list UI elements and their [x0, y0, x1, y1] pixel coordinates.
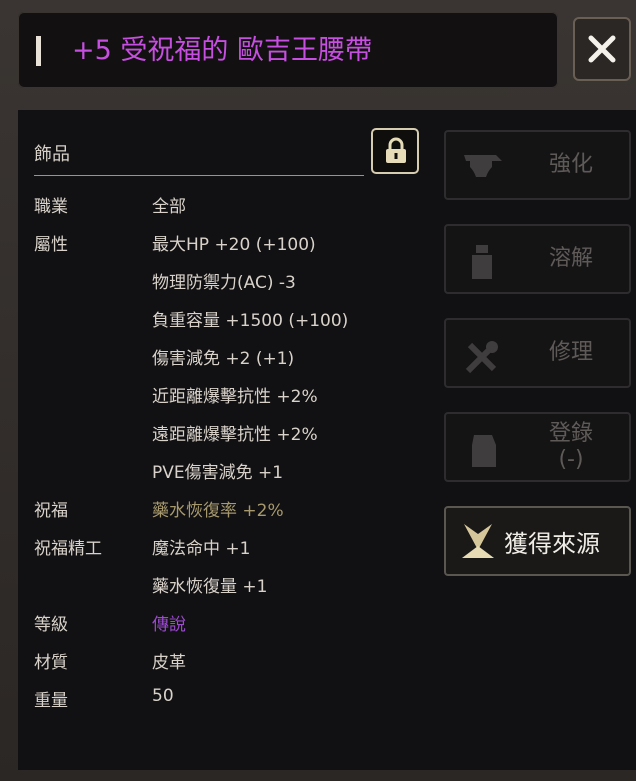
dissolve-label: 溶解: [548, 246, 593, 271]
enhance-button[interactable]: 強化: [444, 130, 631, 200]
item-category: 飾品: [34, 144, 70, 165]
attr-value: PVE傷害減免 +1: [152, 463, 284, 483]
attr-value: 魔法命中 +1: [152, 539, 251, 559]
flask-icon: [472, 245, 492, 279]
register-label: 登錄: [548, 421, 593, 446]
attr-value: 近距離爆擊抗性 +2%: [152, 387, 318, 407]
enhance-label: 強化: [548, 152, 593, 177]
tools-icon: [465, 341, 498, 374]
attr-value: 全部: [152, 197, 186, 217]
attr-value: 負重容量 +1500 (+100): [152, 311, 349, 331]
dissolve-button[interactable]: 溶解: [444, 224, 631, 294]
acquisition-source-label: 獲得來源: [504, 529, 600, 558]
attr-value: 藥水恢復率 +2%: [152, 501, 284, 521]
compass-icon: [462, 524, 494, 558]
attr-value: 皮革: [152, 653, 186, 673]
attr-label: 屬性: [34, 235, 68, 255]
attr-label: 職業: [34, 197, 68, 217]
repair-button[interactable]: 修理: [444, 318, 631, 388]
lock-button[interactable]: [371, 128, 419, 174]
register-icon: [472, 435, 496, 467]
attr-value: 50: [152, 686, 174, 706]
attr-value: 遠距離爆擊抗性 +2%: [152, 425, 318, 445]
title-marker: [36, 36, 41, 66]
repair-label: 修理: [548, 340, 593, 365]
lock-icon: [386, 137, 406, 163]
attr-label: 祝福: [34, 501, 68, 521]
item-name-title: +5 受祝福的 歐吉王腰帶: [72, 35, 372, 66]
attr-value: 藥水恢復量 +1: [152, 577, 268, 597]
register-button[interactable]: 登錄 (-): [444, 412, 631, 482]
close-button[interactable]: [573, 17, 631, 81]
category-divider: [34, 175, 364, 176]
attr-value: 傳說: [152, 615, 186, 635]
attr-label: 材質: [34, 653, 68, 673]
attr-label: 祝福精工: [34, 539, 102, 559]
register-count: (-): [558, 447, 584, 472]
attr-value: 最大HP +20 (+100): [152, 235, 316, 255]
title-bar: +5 受祝福的 歐吉王腰帶: [18, 12, 558, 88]
attr-value: 傷害減免 +2 (+1): [152, 349, 295, 369]
anvil-icon: [464, 155, 502, 177]
acquisition-source-button[interactable]: 獲得來源: [444, 506, 631, 576]
attr-label: 重量: [34, 691, 68, 711]
attr-label: 等級: [34, 615, 68, 635]
attr-value: 物理防禦力(AC) -3: [152, 273, 296, 293]
close-icon: [588, 35, 616, 63]
